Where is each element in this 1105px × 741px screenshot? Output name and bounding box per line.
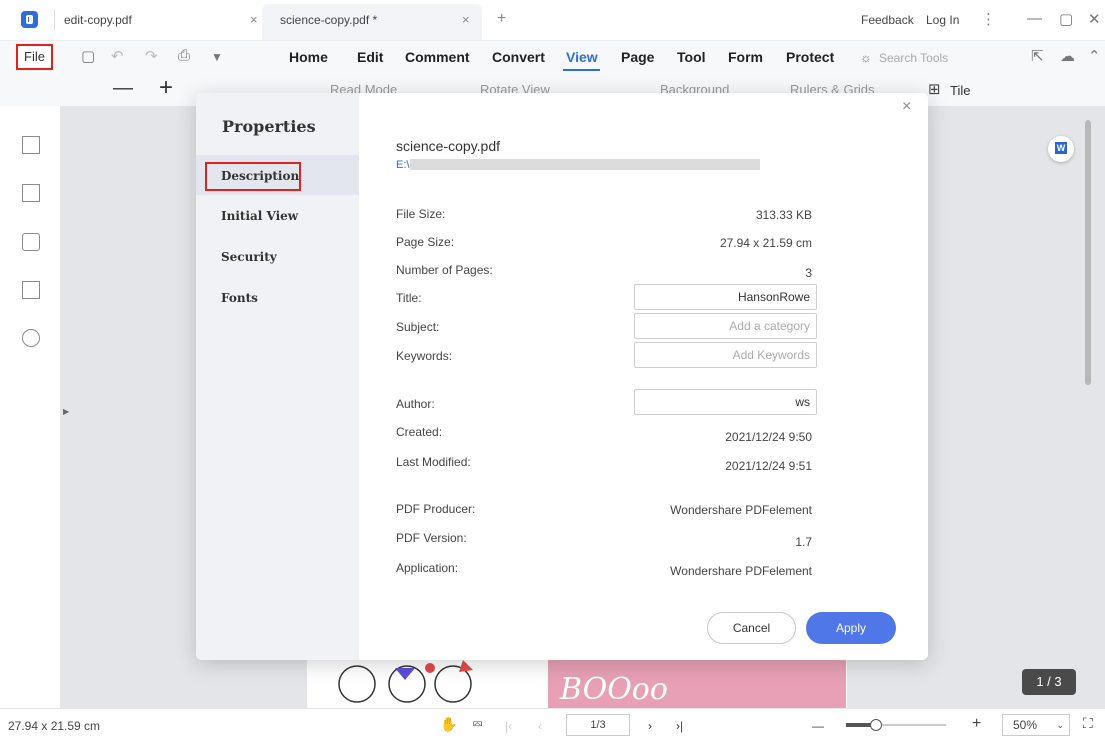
chevron-down-icon: ⌄: [1056, 720, 1064, 730]
zoom-in-icon[interactable]: +: [972, 715, 981, 733]
tab-separator: [54, 10, 55, 30]
maximize-icon[interactable]: ▢: [1059, 10, 1073, 28]
num-pages-label: Number of Pages:: [396, 263, 493, 277]
menu-edit[interactable]: Edit: [357, 49, 383, 65]
highlight-box: [205, 162, 301, 191]
dialog-title: Properties: [222, 117, 316, 136]
tile-icon: ⊞: [928, 81, 941, 98]
file-size-label: File Size:: [396, 207, 446, 221]
zoom-select[interactable]: 50% ⌄: [1002, 714, 1070, 736]
hand-tool-icon[interactable]: ✋: [440, 716, 457, 733]
share-icon[interactable]: ⇱: [1031, 47, 1044, 65]
login-link[interactable]: Log In: [926, 13, 959, 27]
created-value: 2021/12/24 9:50: [725, 430, 812, 444]
dialog-close-icon[interactable]: ×: [902, 98, 911, 116]
modified-value: 2021/12/24 9:51: [725, 459, 812, 473]
menu-convert[interactable]: Convert: [492, 49, 545, 65]
next-page-icon[interactable]: ›: [648, 719, 652, 733]
minimize-icon[interactable]: —: [1027, 10, 1042, 27]
subject-field[interactable]: [634, 313, 817, 339]
search-tools-icon: ☼: [860, 50, 872, 65]
nav-initial-view[interactable]: Initial View: [221, 209, 298, 223]
fit-page-icon[interactable]: ⛶: [1083, 715, 1093, 732]
first-page-icon[interactable]: |‹: [505, 719, 512, 733]
zoom-out-icon[interactable]: —: [812, 719, 824, 733]
version-value: 1.7: [795, 535, 812, 549]
tab-science-copy[interactable]: science-copy.pdf *: [280, 13, 377, 27]
author-field[interactable]: [634, 389, 817, 415]
page-size-status: 27.94 x 21.59 cm: [8, 719, 101, 733]
application-label: Application:: [396, 561, 459, 575]
num-pages-value: 3: [805, 266, 812, 280]
feedback-link[interactable]: Feedback: [861, 13, 914, 27]
tab-edit-copy[interactable]: edit-copy.pdf: [64, 13, 132, 27]
thumbnails-icon[interactable]: [22, 136, 40, 154]
new-tab-button[interactable]: +: [497, 10, 506, 28]
redo-icon[interactable]: ↷: [145, 47, 158, 65]
page-image-text: BOOoo: [560, 672, 668, 707]
nav-security[interactable]: Security: [221, 250, 277, 264]
menu-protect[interactable]: Protect: [786, 49, 834, 65]
menu-home[interactable]: Home: [289, 49, 328, 65]
apply-button[interactable]: Apply: [806, 612, 896, 644]
app-logo-icon: [21, 11, 38, 28]
redacted-path: [410, 159, 760, 170]
prev-page-icon[interactable]: ‹: [538, 719, 542, 733]
comment-icon[interactable]: [22, 233, 40, 251]
print-icon[interactable]: ⎙: [178, 47, 190, 64]
keywords-field[interactable]: [634, 342, 817, 368]
expand-panel-icon[interactable]: ▶: [63, 407, 69, 416]
menu-form[interactable]: Form: [728, 49, 763, 65]
tab-close-icon[interactable]: ×: [250, 12, 258, 27]
select-tool-icon[interactable]: ⮹: [472, 716, 483, 733]
active-menu-indicator: [563, 69, 600, 71]
attachment-icon[interactable]: [22, 281, 40, 299]
last-page-icon[interactable]: ›|: [676, 719, 683, 733]
undo-icon[interactable]: ↶: [111, 47, 124, 65]
search-tools-input[interactable]: Search Tools: [879, 51, 948, 65]
zoom-in-button[interactable]: +: [159, 74, 173, 102]
quick-access-dropdown-icon[interactable]: ▼: [211, 50, 223, 64]
file-name: science-copy.pdf: [396, 138, 501, 154]
nav-fonts[interactable]: Fonts: [221, 291, 258, 305]
producer-label: PDF Producer:: [396, 502, 476, 516]
modified-label: Last Modified:: [396, 455, 471, 469]
page-number-field[interactable]: 1/3: [566, 714, 630, 736]
zoom-out-button[interactable]: —: [113, 77, 133, 100]
more-options-icon[interactable]: ⋮: [981, 10, 996, 28]
save-icon[interactable]: ▢: [81, 47, 95, 65]
cloud-upload-icon[interactable]: ☁: [1060, 47, 1075, 65]
zoom-value: 50%: [1013, 718, 1038, 732]
collapse-ribbon-icon[interactable]: ⌃: [1088, 47, 1101, 65]
tab-close-icon[interactable]: ×: [462, 12, 470, 27]
menu-tool[interactable]: Tool: [677, 49, 706, 65]
page-indicator-badge: 1 / 3: [1022, 669, 1076, 695]
subject-label: Subject:: [396, 320, 440, 334]
zoom-slider-handle[interactable]: [870, 719, 882, 731]
page-size-value: 27.94 x 21.59 cm: [719, 236, 812, 250]
tile-button[interactable]: Tile: [950, 83, 970, 98]
menu-page[interactable]: Page: [621, 49, 654, 65]
created-label: Created:: [396, 425, 443, 439]
title-field[interactable]: [634, 284, 817, 310]
cancel-button[interactable]: Cancel: [707, 612, 796, 644]
menu-view[interactable]: View: [566, 49, 598, 65]
page-size-label: Page Size:: [396, 235, 455, 249]
keywords-label: Keywords:: [396, 349, 453, 363]
menu-comment[interactable]: Comment: [405, 49, 470, 65]
window-close-icon[interactable]: ✕: [1088, 10, 1101, 28]
search-icon[interactable]: [22, 329, 40, 347]
file-size-value: 313.33 KB: [755, 208, 812, 222]
title-label: Title:: [396, 291, 422, 305]
vertical-scrollbar[interactable]: [1085, 120, 1091, 385]
bookmark-icon[interactable]: [22, 184, 40, 202]
version-label: PDF Version:: [396, 531, 467, 545]
author-label: Author:: [396, 397, 435, 411]
file-path[interactable]: E:\: [396, 159, 409, 171]
file-menu-button[interactable]: File: [16, 44, 53, 70]
application-value: Wondershare PDFelement: [670, 564, 812, 578]
producer-value: Wondershare PDFelement: [670, 503, 812, 517]
convert-to-word-icon[interactable]: [1048, 136, 1074, 162]
